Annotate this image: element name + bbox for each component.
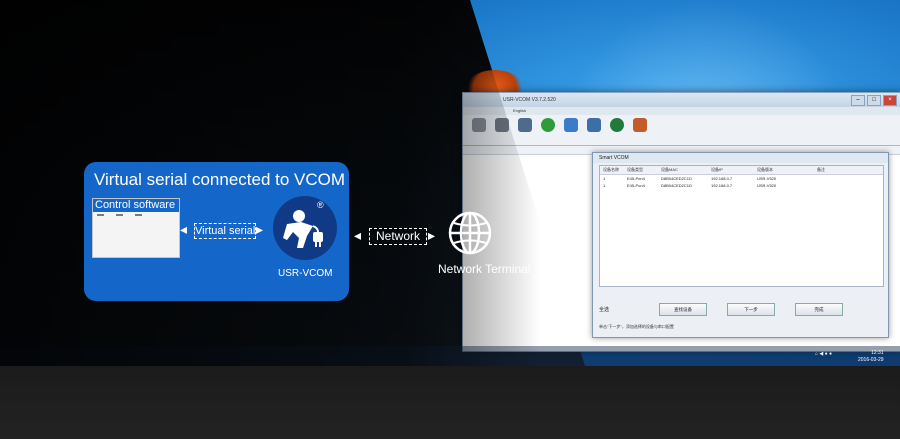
device-list: 设备名称 设备类型 设备MAC 设备IP 设备版本 备注 1 E45-Pon4 … xyxy=(599,165,884,287)
window-marks xyxy=(93,212,179,218)
network-terminal-label: Network Terminal xyxy=(438,262,531,276)
control-software-window: Control software xyxy=(92,198,180,258)
app-toolbar xyxy=(463,115,900,146)
toolbar-settings[interactable] xyxy=(584,118,604,142)
toolbar-exit[interactable] xyxy=(630,118,650,142)
toolbar-refresh[interactable] xyxy=(538,118,558,142)
network-left-arrow-icon: ◂ xyxy=(354,227,362,243)
left-arrow-icon: ◂ xyxy=(180,221,188,237)
app-title: USR-VCOM V3.7.2.520 xyxy=(463,93,900,107)
device-row[interactable]: 1 E45-Pon4 D8B04CED2C1D 192.168.0.7 USR-… xyxy=(600,182,883,189)
row-cell: D8B04CED2C1D xyxy=(661,176,692,181)
col-type: 设备类型 xyxy=(627,167,643,172)
toolbar-globe[interactable] xyxy=(607,118,627,142)
device-list-header: 设备名称 设备类型 设备MAC 设备IP 设备版本 备注 xyxy=(600,166,883,175)
maximize-icon[interactable]: □ xyxy=(867,95,881,106)
col-version: 设备版本 xyxy=(757,167,773,172)
select-all-checkbox[interactable]: 全选 xyxy=(599,306,609,313)
dialog-title: Smart VCOM xyxy=(593,153,888,163)
row-cell: D8B04CED2C1D xyxy=(661,183,692,188)
control-software-label: Control software xyxy=(93,199,179,212)
clock-date: 2016-03-29 xyxy=(858,357,884,363)
right-arrow-icon: ▸ xyxy=(256,221,264,237)
toolbar-monitor[interactable] xyxy=(561,118,581,142)
dialog-status: 单击"下一步"，添加选择的设备与串口配置 xyxy=(599,324,674,329)
close-icon[interactable]: × xyxy=(883,95,897,106)
row-cell: 1 xyxy=(603,176,606,181)
toolbar-bird[interactable] xyxy=(515,118,535,142)
row-cell: E45-Pon4 xyxy=(627,176,645,181)
row-cell: E45-Pon4 xyxy=(627,183,645,188)
network-right-arrow-icon: ▸ xyxy=(428,227,436,243)
dialog-buttons: 全选 查找设备 下一步 完成 xyxy=(599,303,882,316)
col-name: 设备名称 xyxy=(603,167,619,172)
smart-vcom-dialog: Smart VCOM 设备名称 设备类型 设备MAC 设备IP 设备版本 备注 … xyxy=(592,152,889,338)
bottom-band xyxy=(0,366,900,439)
vcom-card: Virtual serial connected to VCOM Control… xyxy=(84,162,349,301)
virtual-serial-label: Virtual serial xyxy=(194,223,256,239)
col-note: 备注 xyxy=(817,167,825,172)
vcom-label: USR-VCOM xyxy=(278,268,333,279)
hero-banner: USR-VCOM V3.7.2.520 – □ × English Smart … xyxy=(0,0,900,366)
row-cell: USR-V520 xyxy=(757,183,777,188)
globe-icon xyxy=(448,211,492,255)
system-tray-icons[interactable]: ⌂ ◀ ● ● xyxy=(815,351,832,357)
person-plug-icon xyxy=(283,210,323,248)
col-ip: 设备IP xyxy=(711,167,723,172)
registered-mark: ® xyxy=(317,200,324,210)
clock-time: 12:31 xyxy=(871,350,884,356)
window-controls: – □ × xyxy=(851,95,897,106)
row-cell: 192.168.0.7 xyxy=(711,183,733,188)
next-button[interactable]: 下一步 xyxy=(727,303,776,316)
row-cell: 1 xyxy=(603,183,606,188)
app-menu[interactable]: English xyxy=(463,107,900,115)
row-cell: USR-V520 xyxy=(757,176,777,181)
network-label: Network xyxy=(369,228,427,245)
device-row[interactable]: 1 E45-Pon4 D8B04CED2C1D 192.168.0.7 USR-… xyxy=(600,175,883,182)
col-mac: 设备MAC xyxy=(661,167,678,172)
card-title: Virtual serial connected to VCOM xyxy=(94,170,346,189)
vcom-logo: ® xyxy=(273,196,337,260)
search-device-button[interactable]: 查找设备 xyxy=(659,303,708,316)
finish-button[interactable]: 完成 xyxy=(795,303,844,316)
row-cell: 192.168.0.7 xyxy=(711,176,733,181)
taskbar-clock[interactable]: 12:31 2016-03-29 xyxy=(858,350,884,364)
minimize-icon[interactable]: – xyxy=(851,95,865,106)
